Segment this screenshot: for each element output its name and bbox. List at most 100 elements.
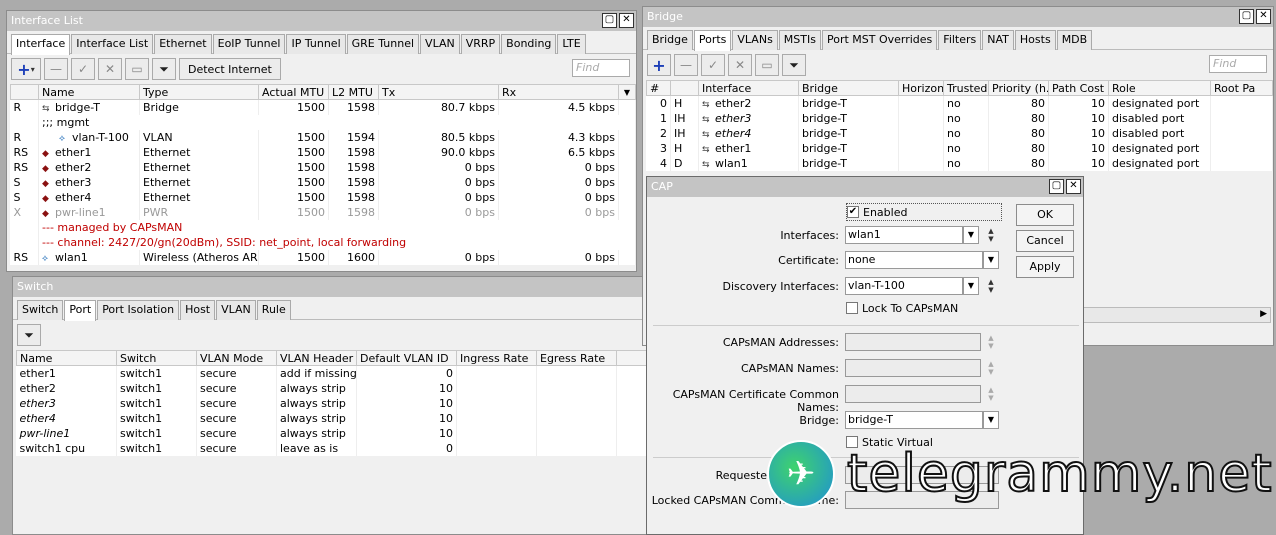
addresses-field[interactable]: [845, 333, 981, 351]
table-row[interactable]: 4 D ⇆ wlan1 bridge-T no 80 10 designated port: [646, 155, 1273, 171]
table-row[interactable]: RS ◆ ether2 Ethernet 1500 1598 0 bps 0 bps: [10, 159, 636, 175]
column-header[interactable]: VLAN Mode: [196, 350, 277, 366]
column-header[interactable]: Default VLAN ID: [356, 350, 457, 366]
switch-tab-vlan[interactable]: VLAN: [216, 300, 256, 320]
apply-button[interactable]: Apply: [1016, 256, 1074, 278]
table-row[interactable]: S ◆ ether4 Ethernet 1500 1598 0 bps 0 bps: [10, 189, 636, 205]
bridge-tab-mdb[interactable]: MDB: [1056, 30, 1093, 50]
column-header[interactable]: Actual MTU: [258, 84, 329, 100]
column-header[interactable]: Path Cost: [1048, 80, 1109, 96]
discovery-field[interactable]: vlan-T-100: [845, 277, 963, 295]
bridge-titlebar[interactable]: Bridge ▢ ✕: [643, 7, 1273, 27]
names-updown-icon[interactable]: ▲ ▼: [985, 360, 997, 376]
interface-tab-gre-tunnel[interactable]: GRE Tunnel: [346, 34, 420, 54]
interfaces-field[interactable]: wlan1: [845, 226, 963, 244]
table-row[interactable]: RS ◆ ether1 Ethernet 1500 1598 90.0 kbps 6.5 kb…: [10, 144, 636, 160]
cert-cn-updown-icon[interactable]: ▲ ▼: [985, 386, 997, 402]
column-header[interactable]: [10, 84, 39, 100]
filter-button[interactable]: ⏷: [152, 58, 176, 80]
table-row[interactable]: ether2 switch1 secure always strip 10: [16, 380, 651, 396]
restore-icon[interactable]: ▢: [602, 13, 617, 28]
switch-titlebar[interactable]: Switch: [13, 277, 651, 297]
table-row[interactable]: S ◆ ether3 Ethernet 1500 1598 0 bps 0 bps: [10, 174, 636, 190]
remove-button[interactable]: —: [674, 54, 698, 76]
column-header[interactable]: Horizon: [898, 80, 944, 96]
table-row[interactable]: --- managed by CAPsMAN: [10, 219, 636, 235]
column-header[interactable]: Name: [16, 350, 117, 366]
cap-titlebar[interactable]: CAP ▢ ✕: [647, 177, 1083, 197]
names-field[interactable]: [845, 359, 981, 377]
bridge-tab-port-mst-overrides[interactable]: Port MST Overrides: [821, 30, 938, 50]
comment-button[interactable]: ▭: [755, 54, 779, 76]
table-row[interactable]: X ◆ pwr-line1 PWR 1500 1598 0 bps 0 bps: [10, 204, 636, 220]
bridge-tab-bridge[interactable]: Bridge: [647, 30, 693, 50]
table-row[interactable]: pwr-line1 switch1 secure always strip 10: [16, 425, 651, 441]
column-header[interactable]: [670, 80, 699, 96]
enable-button[interactable]: ✓: [71, 58, 95, 80]
horizontal-scrollbar[interactable]: ▶: [1083, 307, 1271, 323]
add-button[interactable]: +: [647, 54, 671, 76]
scroll-right-icon[interactable]: ▶: [1260, 309, 1267, 319]
table-row[interactable]: 0 H ⇆ ether2 bridge-T no 80 10 designated port: [646, 95, 1273, 111]
cert-cn-field[interactable]: [845, 385, 981, 403]
bridge-tab-filters[interactable]: Filters: [938, 30, 982, 50]
interface-tab-vlan[interactable]: VLAN: [420, 34, 460, 54]
ok-button[interactable]: OK: [1016, 204, 1074, 226]
interface-tab-bonding[interactable]: Bonding: [501, 34, 557, 54]
column-header[interactable]: Name: [38, 84, 140, 100]
certificate-field[interactable]: none: [845, 251, 983, 269]
column-menu-icon[interactable]: ▼: [618, 84, 636, 100]
switch-tab-host[interactable]: Host: [180, 300, 216, 320]
switch-tab-port[interactable]: Port: [64, 300, 97, 321]
column-header[interactable]: Role: [1108, 80, 1211, 96]
column-header[interactable]: Trusted: [943, 80, 989, 96]
interface-tab-vrrp[interactable]: VRRP: [460, 34, 501, 54]
switch-tab-switch[interactable]: Switch: [17, 300, 64, 320]
interfaces-updown-icon[interactable]: ▲ ▼: [985, 227, 997, 243]
filter-button[interactable]: ⏷: [782, 54, 806, 76]
column-header[interactable]: Interface: [698, 80, 799, 96]
cancel-button[interactable]: Cancel: [1016, 230, 1074, 252]
column-header[interactable]: #: [646, 80, 671, 96]
column-header[interactable]: Priority (h...: [988, 80, 1049, 96]
interface-tab-ip-tunnel[interactable]: IP Tunnel: [286, 34, 346, 54]
addresses-updown-icon[interactable]: ▲ ▼: [985, 334, 997, 350]
table-row[interactable]: ether1 switch1 secure add if missing 0: [16, 365, 651, 381]
column-header[interactable]: Type: [139, 84, 259, 100]
column-header[interactable]: Egress Rate: [536, 350, 617, 366]
bridge-tab-hosts[interactable]: Hosts: [1014, 30, 1056, 50]
discovery-updown-icon[interactable]: ▲ ▼: [985, 278, 997, 294]
close-icon[interactable]: ✕: [619, 13, 634, 28]
switch-tab-port-isolation[interactable]: Port Isolation: [97, 300, 180, 320]
restore-icon[interactable]: ▢: [1239, 9, 1254, 24]
bridge-field[interactable]: bridge-T: [845, 411, 983, 429]
interface-tab-lte[interactable]: LTE: [557, 34, 586, 54]
table-row[interactable]: 2 IH ⇆ ether4 bridge-T no 80 10 disabled port: [646, 125, 1273, 141]
add-button[interactable]: + ▾: [11, 58, 41, 80]
column-header[interactable]: VLAN Header: [276, 350, 357, 366]
table-row[interactable]: RS⟡ wlan1 Wireless (Atheros AR9...15001600…: [10, 249, 636, 265]
close-icon[interactable]: ✕: [1066, 179, 1081, 194]
bridge-tab-mstis[interactable]: MSTIs: [778, 30, 821, 50]
bridge-tab-ports[interactable]: Ports: [693, 30, 732, 51]
close-icon[interactable]: ✕: [1256, 9, 1271, 24]
column-header[interactable]: Tx: [378, 84, 499, 100]
comment-button[interactable]: ▭: [125, 58, 149, 80]
column-header[interactable]: Rx: [498, 84, 619, 100]
certificate-dropdown-icon[interactable]: ▼: [983, 251, 999, 269]
table-row[interactable]: ;;; mgmt: [10, 114, 636, 130]
bridge-dropdown-icon[interactable]: ▼: [983, 411, 999, 429]
interface-list-titlebar[interactable]: Interface List ▢ ✕: [7, 11, 636, 31]
column-header[interactable]: L2 MTU: [328, 84, 379, 100]
table-row[interactable]: switch1 cpu switch1 secure leave as is 0: [16, 440, 651, 456]
detect-internet-button[interactable]: Detect Internet: [179, 58, 281, 80]
table-row[interactable]: ether4 switch1 secure always strip 10: [16, 410, 651, 426]
filter-button[interactable]: ⏷: [17, 324, 41, 346]
column-header[interactable]: Ingress Rate: [456, 350, 537, 366]
column-header[interactable]: Bridge: [798, 80, 899, 96]
disable-button[interactable]: ✕: [98, 58, 122, 80]
discovery-dropdown-icon[interactable]: ▼: [963, 277, 979, 295]
remove-button[interactable]: —: [44, 58, 68, 80]
disable-button[interactable]: ✕: [728, 54, 752, 76]
table-row[interactable]: 1 IH ⇆ ether3 bridge-T no 80 10 disabled port: [646, 110, 1273, 126]
